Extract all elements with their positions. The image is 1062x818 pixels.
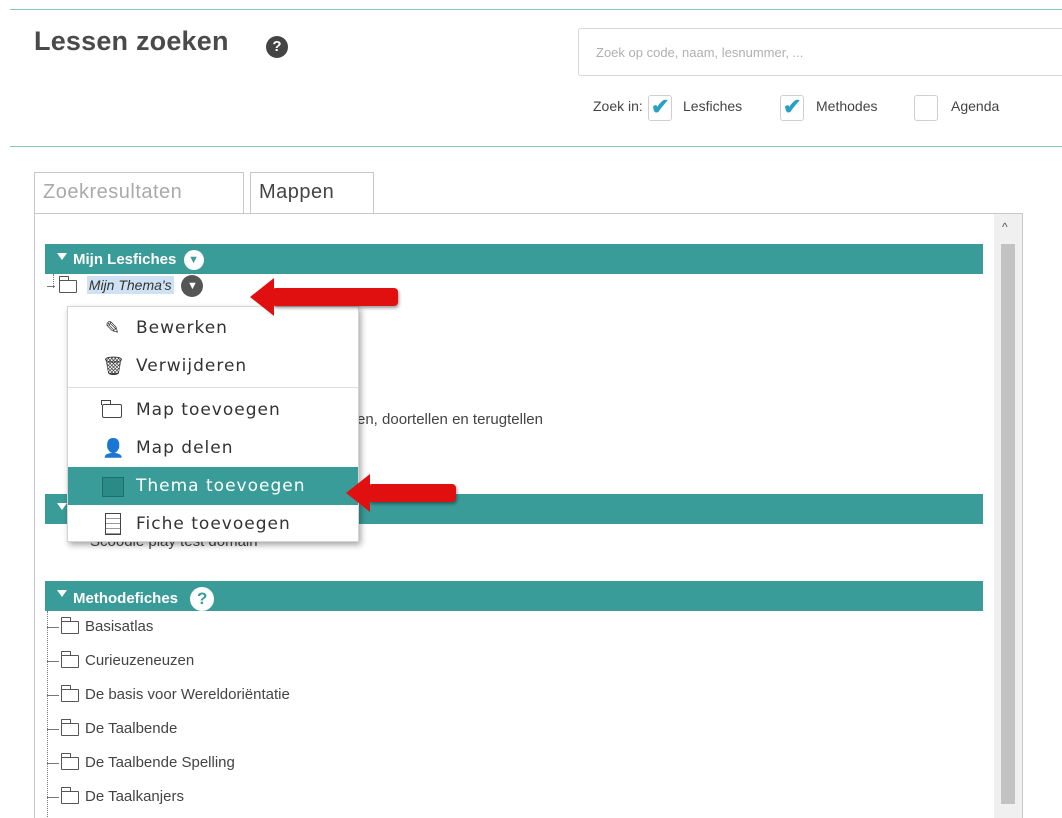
menu-item-label: Bewerken bbox=[136, 318, 228, 338]
collapse-triangle-icon[interactable] bbox=[57, 503, 67, 510]
menu-item-verwijderen[interactable]: 🗑 Verwijderen bbox=[68, 347, 358, 385]
tree-branch bbox=[47, 694, 59, 696]
menu-divider bbox=[68, 387, 358, 388]
lesfiches-checkbox[interactable]: ✔ bbox=[648, 94, 672, 121]
tree-item-label: De Taalbende Spelling bbox=[85, 754, 235, 771]
zoek-in-label: Zoek in: bbox=[593, 98, 643, 114]
tree-item-label: De Taalkanjers bbox=[85, 788, 184, 805]
tree-item-mijn-themas[interactable]: Mijn Thema's ▼ bbox=[47, 275, 204, 297]
header-divider bbox=[10, 146, 1062, 147]
lesfiches-label: Lesfiches bbox=[683, 98, 743, 114]
folder-icon bbox=[61, 786, 79, 804]
tab-zoekresultaten[interactable]: Zoekresultaten bbox=[34, 172, 244, 214]
menu-item-map-toevoegen[interactable]: Map toevoegen bbox=[68, 391, 358, 429]
theme-icon bbox=[102, 477, 124, 497]
red-arrow-annotation bbox=[250, 278, 398, 316]
user-icon: 👤 bbox=[102, 438, 126, 459]
checkmark-icon: ✔ bbox=[651, 94, 670, 119]
tree-item-partial[interactable]: en, doortellen en terugtellen bbox=[357, 411, 543, 428]
scroll-thumb[interactable] bbox=[1001, 244, 1015, 804]
scrollbar[interactable]: ^ bbox=[994, 214, 1022, 818]
menu-item-fiche-toevoegen[interactable]: Fiche toevoegen bbox=[68, 505, 358, 543]
menu-item-map-delen[interactable]: 👤 Map delen bbox=[68, 429, 358, 467]
collapse-triangle-icon[interactable] bbox=[57, 590, 67, 597]
red-arrow-annotation bbox=[346, 474, 456, 512]
section-methodefiches[interactable]: Methodefiches ? bbox=[45, 581, 983, 611]
tree-item-methode[interactable]: De basis voor Wereldoriëntatie bbox=[47, 684, 290, 708]
agenda-label: Agenda bbox=[951, 98, 1000, 114]
tree-branch bbox=[47, 660, 59, 662]
open-folder-icon bbox=[58, 275, 77, 293]
menu-item-label: Fiche toevoegen bbox=[136, 514, 291, 534]
tree-connector bbox=[47, 611, 48, 818]
menu-item-label: Thema toevoegen bbox=[136, 476, 306, 496]
menu-item-label: Map toevoegen bbox=[136, 400, 281, 420]
top-divider bbox=[10, 9, 1062, 10]
folder-icon bbox=[101, 400, 122, 418]
tree-item-label: Curieuzeneuzen bbox=[85, 652, 195, 669]
tree-branch bbox=[47, 796, 59, 798]
tree-item-label: De Taalbende bbox=[85, 720, 178, 737]
tree-branch bbox=[47, 762, 59, 764]
chevron-down-icon[interactable]: ▼ bbox=[181, 275, 204, 297]
section-title: Mijn Lesfiches bbox=[73, 250, 177, 268]
tree-branch bbox=[47, 626, 59, 628]
menu-item-label: Map delen bbox=[136, 438, 234, 458]
tree-item-label: Mijn Thema's bbox=[86, 275, 174, 294]
section-title: Methodefiches bbox=[73, 589, 179, 607]
checkmark-icon: ✔ bbox=[783, 94, 802, 119]
trash-icon: 🗑 bbox=[102, 356, 126, 377]
section-mijn-lesfiches[interactable]: Mijn Lesfiches ▼ bbox=[45, 244, 983, 274]
methodes-label: Methodes bbox=[816, 98, 878, 114]
tree-item-label: Basisatlas bbox=[85, 618, 154, 635]
tree-item-methode[interactable]: Curieuzeneuzen bbox=[47, 650, 195, 674]
tree-item-methode[interactable]: De Taalbende bbox=[47, 718, 178, 742]
folder-icon bbox=[61, 752, 79, 770]
page-title: Lessen zoeken bbox=[34, 26, 229, 56]
methodes-checkbox[interactable]: ✔ bbox=[780, 94, 804, 121]
folder-icon bbox=[61, 718, 79, 736]
tree-item-methode[interactable]: De Taalkanjers bbox=[47, 786, 184, 810]
tree-item-methode[interactable]: Basisatlas bbox=[47, 616, 154, 640]
fiche-icon bbox=[105, 513, 121, 535]
question-icon[interactable]: ? bbox=[266, 36, 288, 58]
menu-item-label: Verwijderen bbox=[136, 356, 248, 376]
context-menu: ✎ Bewerken 🗑 Verwijderen Map toevoegen 👤… bbox=[67, 306, 359, 542]
folder-icon bbox=[61, 650, 79, 668]
tree-item-label: De basis voor Wereldoriëntatie bbox=[85, 686, 290, 703]
folder-icon bbox=[61, 684, 79, 702]
tree-item-methode[interactable]: De Taalbende Spelling bbox=[47, 752, 235, 776]
search-input[interactable] bbox=[578, 28, 1062, 76]
tree-branch bbox=[47, 285, 55, 287]
tree-branch bbox=[47, 728, 59, 730]
menu-item-bewerken[interactable]: ✎ Bewerken bbox=[68, 309, 358, 347]
folder-icon bbox=[61, 616, 79, 634]
menu-item-thema-toevoegen[interactable]: Thema toevoegen bbox=[68, 467, 358, 505]
agenda-checkbox[interactable] bbox=[914, 95, 938, 121]
tab-mappen[interactable]: Mappen bbox=[250, 172, 374, 215]
scroll-up-icon[interactable]: ^ bbox=[1002, 220, 1008, 234]
question-icon[interactable]: ? bbox=[190, 587, 215, 611]
collapse-triangle-icon[interactable] bbox=[57, 253, 67, 260]
edit-icon: ✎ bbox=[104, 318, 122, 339]
chevron-down-icon[interactable]: ▼ bbox=[183, 250, 204, 270]
